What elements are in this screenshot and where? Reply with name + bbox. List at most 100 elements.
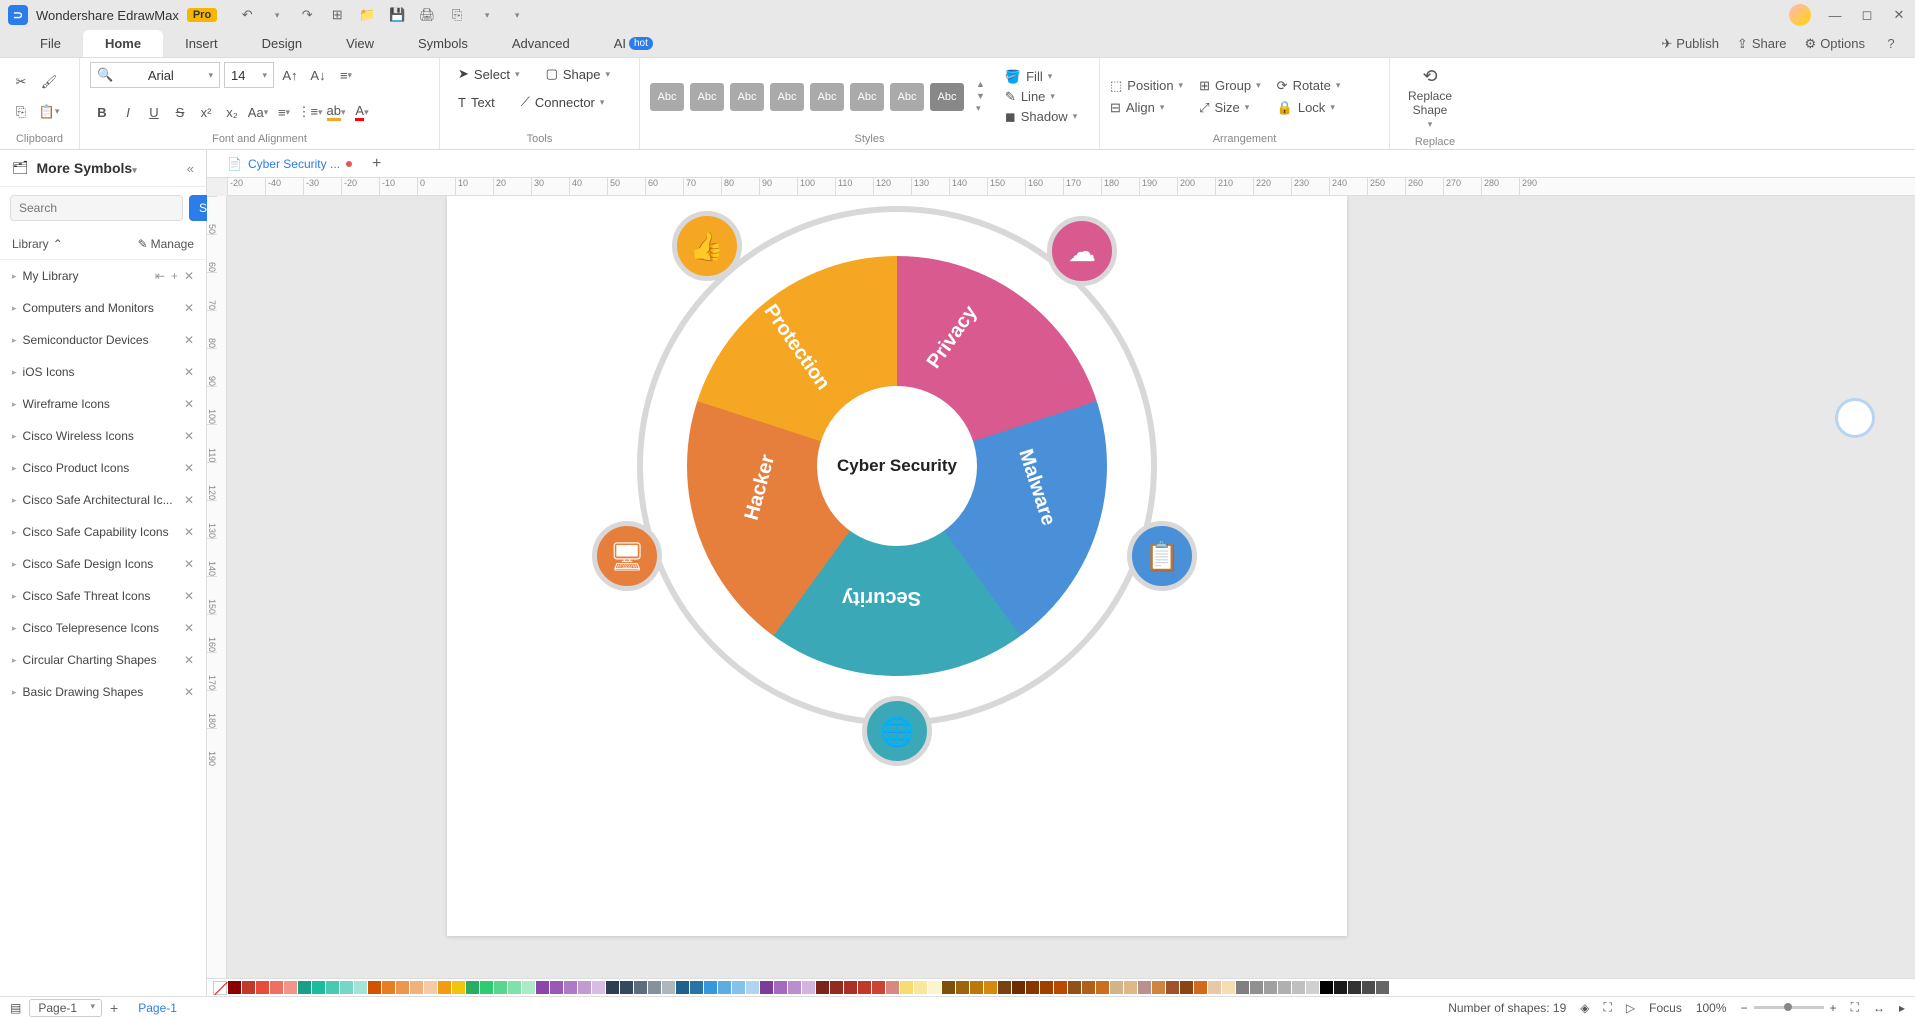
color-swatch[interactable]: [508, 981, 521, 994]
close-item-icon[interactable]: ✕: [184, 365, 194, 379]
underline-button[interactable]: U: [142, 100, 166, 124]
color-swatch[interactable]: [774, 981, 787, 994]
color-swatch[interactable]: [564, 981, 577, 994]
close-item-icon[interactable]: ✕: [184, 589, 194, 603]
superscript-button[interactable]: x²: [194, 100, 218, 124]
collaborator-avatar[interactable]: [1835, 398, 1875, 438]
color-swatch[interactable]: [1166, 981, 1179, 994]
color-swatch[interactable]: [746, 981, 759, 994]
color-swatch[interactable]: [900, 981, 913, 994]
color-swatch[interactable]: [1348, 981, 1361, 994]
color-swatch[interactable]: [592, 981, 605, 994]
color-swatch[interactable]: [1376, 981, 1389, 994]
collapse-sidebar-icon[interactable]: «: [187, 161, 194, 176]
line-spacing-button[interactable]: ≡▾: [272, 100, 296, 124]
zoom-in-button[interactable]: +: [1830, 1001, 1837, 1015]
close-item-icon[interactable]: ✕: [184, 621, 194, 635]
shadow-button[interactable]: ◼Shadow▾: [1005, 109, 1077, 125]
color-swatch[interactable]: [1250, 981, 1263, 994]
color-swatch[interactable]: [648, 981, 661, 994]
color-swatch[interactable]: [690, 981, 703, 994]
color-swatch[interactable]: [1334, 981, 1347, 994]
fit-page-icon[interactable]: ⛶: [1851, 1000, 1859, 1015]
color-swatch[interactable]: [1306, 981, 1319, 994]
export-dropdown-icon[interactable]: ▾: [479, 7, 495, 23]
color-swatch[interactable]: [914, 981, 927, 994]
close-item-icon[interactable]: ✕: [184, 525, 194, 539]
color-swatch[interactable]: [718, 981, 731, 994]
style-swatch[interactable]: Abc: [850, 83, 884, 111]
color-swatch[interactable]: [970, 981, 983, 994]
manage-library-button[interactable]: ✎Manage: [138, 237, 194, 251]
color-swatch[interactable]: [1110, 981, 1123, 994]
play-icon[interactable]: ▷: [1626, 1001, 1635, 1015]
color-swatch[interactable]: [634, 981, 647, 994]
breadcrumb[interactable]: Page-1: [138, 1001, 177, 1015]
cut-icon[interactable]: ✂: [10, 71, 32, 93]
style-swatch[interactable]: Abc: [810, 83, 844, 111]
color-swatch[interactable]: [942, 981, 955, 994]
color-swatch[interactable]: [522, 981, 535, 994]
color-swatch[interactable]: [1390, 981, 1403, 994]
color-swatch[interactable]: [396, 981, 409, 994]
close-item-icon[interactable]: ✕: [184, 493, 194, 507]
style-swatch[interactable]: Abc: [730, 83, 764, 111]
center-label[interactable]: Cyber Security: [817, 386, 977, 546]
color-swatch[interactable]: [760, 981, 773, 994]
sidebar-item[interactable]: ▸Basic Drawing Shapes✕: [0, 676, 206, 708]
color-swatch[interactable]: [466, 981, 479, 994]
copy-icon[interactable]: ⎘: [10, 101, 32, 123]
save-icon[interactable]: 💾: [389, 7, 405, 23]
increase-font-icon[interactable]: A↑: [278, 63, 302, 87]
style-swatch[interactable]: Abc: [650, 83, 684, 111]
bullets-button[interactable]: ⋮≡▾: [298, 100, 322, 124]
color-swatch[interactable]: [606, 981, 619, 994]
color-swatch[interactable]: [1264, 981, 1277, 994]
sidebar-item[interactable]: ▸Cisco Telepresence Icons✕: [0, 612, 206, 644]
lock-button[interactable]: 🔒Lock▾: [1277, 100, 1341, 116]
share-button[interactable]: ⇪Share: [1737, 36, 1787, 52]
paste-icon[interactable]: 📋▾: [38, 101, 60, 123]
subscript-button[interactable]: x₂: [220, 100, 244, 124]
library-toggle[interactable]: Library⌃: [12, 237, 63, 251]
style-more-icon[interactable]: ▾: [976, 103, 985, 114]
color-swatch[interactable]: [984, 981, 997, 994]
sidebar-item[interactable]: ▸Cisco Safe Architectural Ic...✕: [0, 484, 206, 516]
color-swatch[interactable]: [1082, 981, 1095, 994]
color-swatch[interactable]: [956, 981, 969, 994]
color-swatch[interactable]: [662, 981, 675, 994]
color-swatch[interactable]: [1068, 981, 1081, 994]
print-icon[interactable]: 🖨: [419, 7, 435, 23]
style-swatch[interactable]: Abc: [770, 83, 804, 111]
layers-icon[interactable]: ◈: [1580, 1001, 1589, 1015]
close-icon[interactable]: ✕: [1891, 7, 1907, 23]
close-item-icon[interactable]: ✕: [184, 685, 194, 699]
sidebar-item[interactable]: ▸Wireframe Icons✕: [0, 388, 206, 420]
options-button[interactable]: ⚙Options: [1805, 36, 1865, 52]
color-swatch[interactable]: [1180, 981, 1193, 994]
color-swatch[interactable]: [1222, 981, 1235, 994]
node-clipboard[interactable]: 📋: [1127, 521, 1197, 591]
help-icon[interactable]: ?: [1883, 36, 1899, 52]
user-avatar[interactable]: [1789, 4, 1811, 26]
color-swatch[interactable]: [536, 981, 549, 994]
text-tool[interactable]: TText: [450, 90, 503, 114]
style-gallery[interactable]: Abc Abc Abc Abc Abc Abc Abc Abc: [650, 83, 964, 111]
color-swatch[interactable]: [1012, 981, 1025, 994]
close-item-icon[interactable]: ✕: [184, 269, 194, 283]
color-swatch[interactable]: [480, 981, 493, 994]
canvas[interactable]: Cyber Security Privacy Protection Malwar…: [227, 196, 1915, 980]
focus-label[interactable]: Focus: [1649, 1001, 1682, 1015]
fill-button[interactable]: 🪣Fill▾: [1005, 69, 1077, 85]
select-tool[interactable]: ➤Select▾: [450, 62, 528, 86]
color-swatch[interactable]: [858, 981, 871, 994]
color-swatch[interactable]: [830, 981, 843, 994]
style-swatch[interactable]: Abc: [930, 83, 964, 111]
sidebar-item[interactable]: ▸Cisco Product Icons✕: [0, 452, 206, 484]
color-swatch[interactable]: [452, 981, 465, 994]
close-item-icon[interactable]: ✕: [184, 461, 194, 475]
color-swatch[interactable]: [550, 981, 563, 994]
color-swatch[interactable]: [1208, 981, 1221, 994]
color-swatch[interactable]: [676, 981, 689, 994]
menu-file[interactable]: File: [18, 30, 83, 57]
